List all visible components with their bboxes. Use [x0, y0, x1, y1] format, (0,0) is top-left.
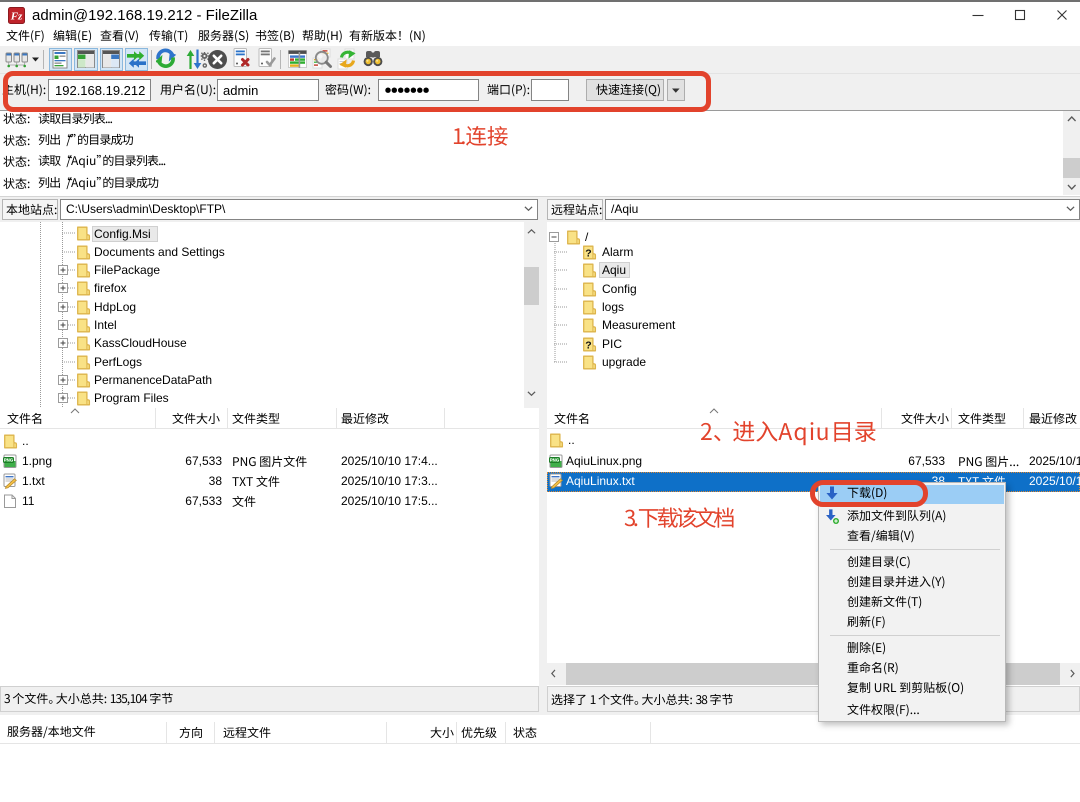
svg-text:Fz: Fz — [10, 11, 23, 23]
